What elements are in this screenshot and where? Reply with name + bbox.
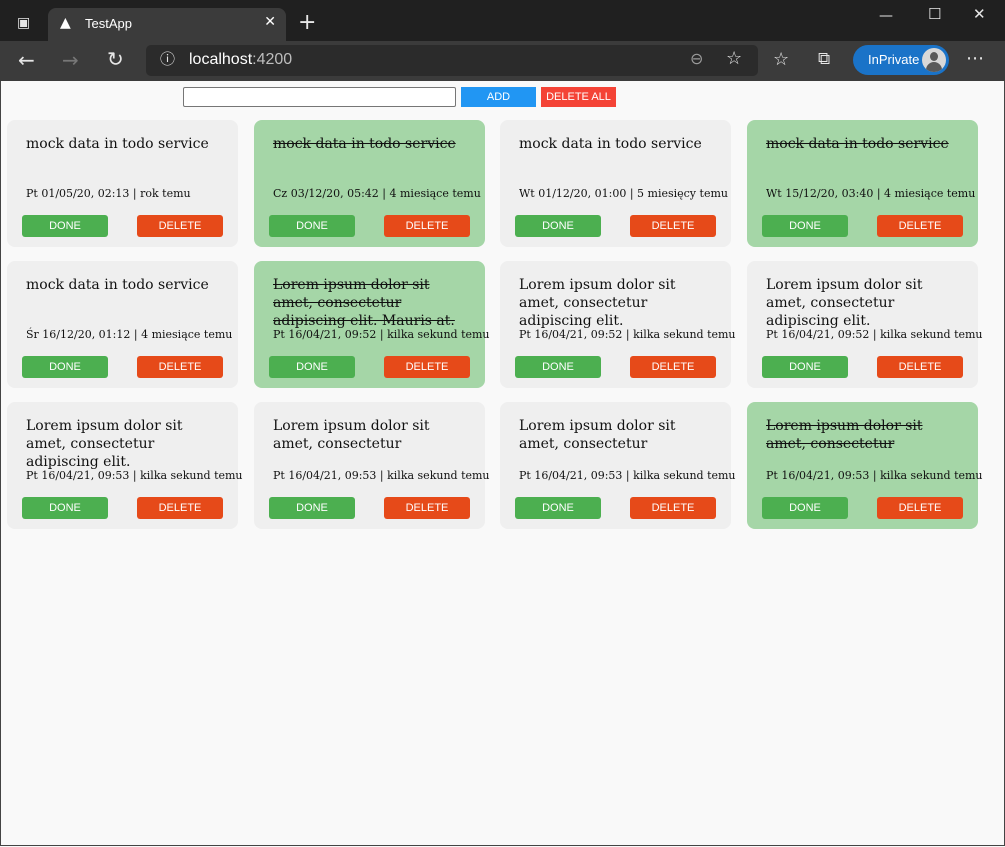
- back-icon[interactable]: ←: [18, 50, 35, 70]
- refresh-icon[interactable]: ↻: [107, 49, 124, 69]
- todo-input[interactable]: [183, 87, 456, 107]
- todo-text: mock data in todo service: [519, 136, 702, 152]
- todo-card: Lorem ipsum dolor sit amet, consectetur …: [254, 261, 490, 388]
- delete-button[interactable]: DELETE: [877, 497, 963, 519]
- new-tab-icon[interactable]: +: [298, 12, 316, 34]
- done-button[interactable]: DONE: [22, 497, 108, 519]
- delete-button[interactable]: DELETE: [877, 215, 963, 237]
- site-info-icon[interactable]: ⓘ: [160, 52, 175, 67]
- todo-card: Lorem ipsum dolor sit amet, consectetur P…: [500, 402, 736, 529]
- done-button[interactable]: DONE: [22, 215, 108, 237]
- browser-toolbar: ← → ↻ ⓘ localhost:4200 ⊖ ☆ ☆ ⧉ InPrivate…: [0, 41, 1005, 81]
- todo-text: mock data in todo service: [273, 136, 456, 152]
- todo-date: Śr 16/12/20, 01:12 | 4 miesiące temu: [26, 328, 233, 341]
- todo-card: mock data in todo service Śr 16/12/20, 01…: [7, 261, 238, 388]
- done-button[interactable]: DONE: [515, 497, 601, 519]
- todo-date: Pt 16/04/21, 09:53 | kilka sekund temu: [519, 469, 736, 482]
- tab-close-icon[interactable]: ✕: [264, 14, 276, 30]
- delete-button[interactable]: DELETE: [630, 356, 716, 378]
- inprivate-label: InPrivate: [868, 52, 920, 67]
- todo-text: Lorem ipsum dolor sit amet, consectetur: [766, 418, 923, 452]
- todo-date: Wt 01/12/20, 01:00 | 5 miesięcy temu: [519, 187, 728, 200]
- todo-card: Lorem ipsum dolor sit amet, consectetur …: [500, 261, 736, 388]
- todo-card: Lorem ipsum dolor sit amet, consectetur …: [747, 261, 983, 388]
- todo-text: Lorem ipsum dolor sit amet, consectetur …: [26, 418, 183, 470]
- angular-logo-icon: ▲: [60, 15, 71, 31]
- delete-all-button[interactable]: DELETE ALL: [541, 87, 616, 107]
- delete-button[interactable]: DELETE: [137, 215, 223, 237]
- collections-icon[interactable]: ⧉: [818, 51, 830, 68]
- todo-card: mock data in todo service Cz 03/12/20, 05…: [254, 120, 485, 247]
- title-bar: ▣ ▲ TestApp ✕ + — ☐ ✕: [0, 0, 1005, 41]
- browser-tab[interactable]: ▲ TestApp ✕: [48, 8, 286, 41]
- todo-card: mock data in todo service Pt 01/05/20, 02…: [7, 120, 238, 247]
- url-port: :4200: [252, 51, 293, 68]
- todo-date: Pt 16/04/21, 09:52 | kilka sekund temu: [519, 328, 736, 341]
- todo-date: Pt 16/04/21, 09:53 | kilka sekund temu: [766, 469, 983, 482]
- address-bar[interactable]: ⓘ localhost:4200 ⊖ ☆: [146, 45, 758, 76]
- todo-text: mock data in todo service: [26, 277, 209, 293]
- delete-button[interactable]: DELETE: [630, 497, 716, 519]
- todo-text: Lorem ipsum dolor sit amet, consectetur …: [519, 277, 676, 329]
- more-icon[interactable]: ⋯: [966, 50, 984, 68]
- delete-button[interactable]: DELETE: [137, 497, 223, 519]
- minimize-icon[interactable]: —: [879, 9, 893, 23]
- delete-button[interactable]: DELETE: [384, 497, 470, 519]
- done-button[interactable]: DONE: [269, 497, 355, 519]
- todo-card: mock data in todo service Wt 15/12/20, 03…: [747, 120, 978, 247]
- todo-date: Pt 16/04/21, 09:53 | kilka sekund temu: [273, 469, 490, 482]
- add-button[interactable]: ADD: [461, 87, 536, 107]
- todo-text: mock data in todo service: [766, 136, 949, 152]
- done-button[interactable]: DONE: [762, 497, 848, 519]
- done-button[interactable]: DONE: [762, 215, 848, 237]
- todo-card: Lorem ipsum dolor sit amet, consectetur …: [7, 402, 243, 529]
- done-button[interactable]: DONE: [515, 356, 601, 378]
- url-text: localhost:4200: [189, 51, 292, 69]
- todo-text: mock data in todo service: [26, 136, 209, 152]
- workspaces-icon[interactable]: ▣: [17, 16, 30, 30]
- todo-card: Lorem ipsum dolor sit amet, consectetur P…: [747, 402, 983, 529]
- todo-date: Pt 01/05/20, 02:13 | rok temu: [26, 187, 191, 200]
- done-button[interactable]: DONE: [269, 215, 355, 237]
- todo-date: Pt 16/04/21, 09:52 | kilka sekund temu: [273, 328, 490, 341]
- todo-card: mock data in todo service Wt 01/12/20, 01…: [500, 120, 731, 247]
- forward-icon[interactable]: →: [62, 50, 79, 70]
- avatar: [922, 48, 946, 72]
- delete-button[interactable]: DELETE: [384, 356, 470, 378]
- zoom-icon[interactable]: ⊖: [690, 51, 703, 67]
- delete-button[interactable]: DELETE: [137, 356, 223, 378]
- todo-text: Lorem ipsum dolor sit amet, consectetur: [519, 418, 676, 452]
- add-favorite-icon[interactable]: ☆: [726, 50, 742, 68]
- maximize-icon[interactable]: ☐: [928, 7, 941, 22]
- delete-button[interactable]: DELETE: [877, 356, 963, 378]
- url-host: localhost: [189, 51, 253, 68]
- inprivate-button[interactable]: InPrivate: [853, 45, 949, 75]
- delete-button[interactable]: DELETE: [384, 215, 470, 237]
- done-button[interactable]: DONE: [269, 356, 355, 378]
- tab-title: TestApp: [85, 16, 132, 31]
- done-button[interactable]: DONE: [515, 215, 601, 237]
- todo-text: Lorem ipsum dolor sit amet, consectetur: [273, 418, 430, 452]
- todo-date: Wt 15/12/20, 03:40 | 4 miesiące temu: [766, 187, 976, 200]
- todo-card: Lorem ipsum dolor sit amet, consectetur P…: [254, 402, 490, 529]
- window-close-icon[interactable]: ✕: [973, 7, 986, 22]
- todo-date: Pt 16/04/21, 09:52 | kilka sekund temu: [766, 328, 983, 341]
- todo-text: Lorem ipsum dolor sit amet, consectetur …: [766, 277, 923, 329]
- done-button[interactable]: DONE: [22, 356, 108, 378]
- done-button[interactable]: DONE: [762, 356, 848, 378]
- todo-date: Pt 16/04/21, 09:53 | kilka sekund temu: [26, 469, 243, 482]
- todo-date: Cz 03/12/20, 05:42 | 4 miesiące temu: [273, 187, 481, 200]
- delete-button[interactable]: DELETE: [630, 215, 716, 237]
- favorites-icon[interactable]: ☆: [773, 51, 789, 69]
- todo-text: Lorem ipsum dolor sit amet, consectetur …: [273, 277, 455, 329]
